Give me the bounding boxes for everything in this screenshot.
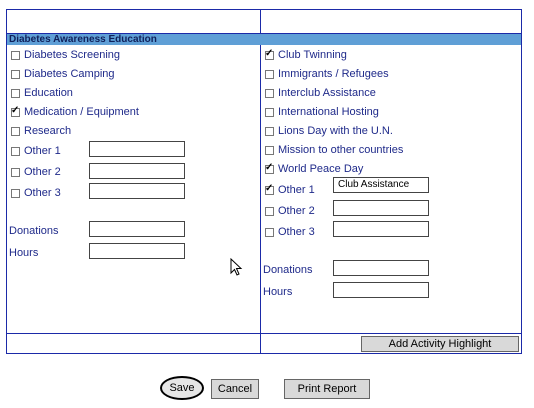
checkbox-lions-day-un[interactable]: Lions Day with the U.N.	[265, 124, 393, 138]
checkbox-other-2[interactable]: Other 2	[11, 165, 61, 179]
checkbox-label: Other 1	[24, 145, 61, 157]
checkbox-world-peace-day[interactable]: World Peace Day	[265, 162, 363, 176]
checkbox-label: Interclub Assistance	[278, 87, 376, 99]
checkbox-label: Immigrants / Refugees	[278, 68, 389, 80]
checkbox-education[interactable]: Education	[11, 86, 73, 100]
checkbox[interactable]	[265, 48, 274, 60]
checkbox[interactable]	[11, 69, 20, 79]
checkbox[interactable]	[11, 167, 20, 177]
column-divider	[260, 10, 261, 353]
checkbox[interactable]	[265, 145, 274, 155]
checkbox-label: Other 3	[278, 226, 315, 238]
checkbox-diabetes-camping[interactable]: Diabetes Camping	[11, 67, 115, 81]
section-title: Diabetes Awareness Education	[9, 34, 157, 45]
hours-label: Hours	[9, 247, 39, 259]
checkbox-right-other-2[interactable]: Other 2	[265, 204, 315, 218]
right-hours-label: Hours	[263, 286, 293, 298]
right-donations-label: Donations	[263, 264, 313, 276]
other-2-input[interactable]	[89, 163, 185, 179]
checkbox[interactable]	[11, 188, 20, 198]
checkbox[interactable]	[11, 105, 20, 117]
checkbox-label: World Peace Day	[278, 163, 364, 175]
cancel-button[interactable]: Cancel	[211, 379, 259, 399]
checkbox[interactable]	[265, 183, 274, 195]
checkbox-mission-other-countries[interactable]: Mission to other countries	[265, 143, 403, 157]
checkbox-label: Diabetes Camping	[24, 68, 115, 80]
checkbox-right-other-1[interactable]: Other 1	[265, 183, 315, 197]
checkbox[interactable]	[265, 206, 274, 216]
checkbox-club-twinning[interactable]: Club Twinning	[265, 48, 347, 62]
checkbox[interactable]	[265, 107, 274, 117]
checkbox-label: Mission to other countries	[278, 144, 404, 156]
checkbox[interactable]	[265, 227, 274, 237]
checkbox-label: Other 1	[278, 184, 315, 196]
add-activity-highlight-button[interactable]: Add Activity Highlight	[361, 336, 519, 352]
checkbox-research[interactable]: Research	[11, 124, 71, 138]
other-1-input[interactable]	[89, 141, 185, 157]
right-donations-input[interactable]	[333, 260, 429, 276]
checkbox-diabetes-screening[interactable]: Diabetes Screening	[11, 48, 120, 62]
checkbox-label: Other 2	[24, 166, 61, 178]
checkbox-label: International Hosting	[278, 106, 379, 118]
checkbox-label: Other 3	[24, 187, 61, 199]
checkbox-other-3[interactable]: Other 3	[11, 186, 61, 200]
checkbox-label: Medication / Equipment	[24, 106, 139, 118]
hours-input[interactable]	[89, 243, 185, 259]
checkbox-label: Club Twinning	[278, 49, 347, 61]
checkbox-international-hosting[interactable]: International Hosting	[265, 105, 379, 119]
footer-divider	[7, 333, 521, 334]
checkbox-label: Research	[24, 125, 72, 137]
checkbox[interactable]	[11, 88, 20, 98]
checkbox-other-1[interactable]: Other 1	[11, 144, 61, 158]
checkbox-label: Education	[24, 87, 73, 99]
checkbox-label: Diabetes Screening	[24, 49, 121, 61]
checkbox[interactable]	[265, 88, 274, 98]
donations-input[interactable]	[89, 221, 185, 237]
donations-label: Donations	[9, 225, 59, 237]
right-other-1-input[interactable]: Club Assistance	[333, 177, 429, 193]
save-button[interactable]: Save	[160, 376, 204, 400]
checkbox[interactable]	[11, 126, 20, 136]
checkbox-label: Other 2	[278, 205, 315, 217]
print-report-button[interactable]: Print Report	[284, 379, 370, 399]
checkbox-right-other-3[interactable]: Other 3	[265, 225, 315, 239]
checkbox[interactable]	[265, 69, 274, 79]
checkbox-medication-equipment[interactable]: Medication / Equipment	[11, 105, 139, 119]
checkbox-label: Lions Day with the U.N.	[278, 125, 393, 137]
other-3-input[interactable]	[89, 183, 185, 199]
checkbox[interactable]	[11, 146, 20, 156]
checkbox[interactable]	[11, 50, 20, 60]
right-other-2-input[interactable]	[333, 200, 429, 216]
right-hours-input[interactable]	[333, 282, 429, 298]
checkbox[interactable]	[265, 162, 274, 174]
activity-table: Diabetes Awareness Education Diabetes Sc…	[6, 9, 522, 354]
mouse-pointer-icon	[230, 258, 243, 276]
right-other-3-input[interactable]	[333, 221, 429, 237]
checkbox[interactable]	[265, 126, 274, 136]
checkbox-interclub-assistance[interactable]: Interclub Assistance	[265, 86, 376, 100]
checkbox-immigrants-refugees[interactable]: Immigrants / Refugees	[265, 67, 389, 81]
